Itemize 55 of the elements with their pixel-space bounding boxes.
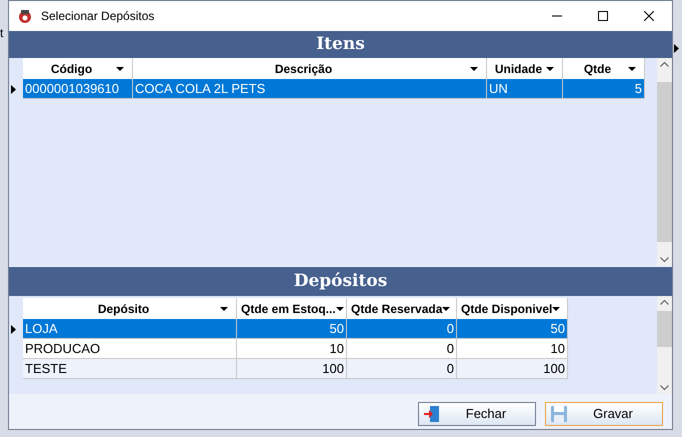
table-cell: LOJA — [23, 319, 237, 338]
table-cell: 10 — [457, 339, 568, 358]
save-button[interactable]: Gravar — [545, 402, 663, 426]
table-row[interactable]: 0000001039610 COCA COLA 2L PETS UN 5 — [23, 79, 645, 99]
door-exit-icon — [423, 405, 441, 423]
row-pointer-icon — [11, 324, 16, 334]
table-cell: 100 — [237, 359, 347, 378]
table-cell: 50 — [237, 319, 347, 338]
table-cell: 0 — [347, 339, 457, 358]
dropdown-caret-icon — [442, 306, 450, 310]
table-cell: COCA COLA 2L PETS — [133, 79, 487, 98]
column-header[interactable]: Qtde Disponivel — [457, 298, 568, 319]
maximize-icon[interactable] — [598, 11, 608, 21]
column-header[interactable]: Descrição — [133, 58, 487, 79]
table-row[interactable]: PRODUCAO 10 0 10 — [23, 339, 568, 359]
table-row[interactable]: LOJA 50 0 50 — [23, 319, 568, 339]
dropdown-caret-icon — [220, 306, 228, 310]
column-header[interactable]: Qtde — [563, 58, 645, 79]
window-title: Selecionar Depósitos — [41, 8, 156, 25]
section-header: Depósitos — [9, 267, 672, 296]
row-pointer-icon — [11, 84, 16, 94]
scroll-down-icon[interactable] — [660, 257, 669, 262]
column-header[interactable]: Unidade — [487, 58, 563, 79]
table-cell: 0000001039610 — [23, 79, 133, 98]
dropdown-caret-icon — [116, 66, 124, 70]
table-cell: 0 — [347, 359, 457, 378]
column-header[interactable]: Código — [23, 58, 133, 79]
column-header[interactable]: Qtde Reservada — [347, 298, 457, 319]
background-text: t — [0, 25, 4, 42]
background-arrow-icon — [674, 44, 679, 53]
dropdown-caret-icon — [628, 66, 636, 70]
table-cell: 0 — [347, 319, 457, 338]
table-cell: 50 — [457, 319, 568, 338]
table-cell: TESTE — [23, 359, 237, 378]
app-logo-icon — [17, 8, 33, 24]
close-icon[interactable] — [644, 11, 654, 21]
table-row[interactable]: TESTE 100 0 100 — [23, 359, 568, 379]
scrollbar[interactable] — [657, 296, 672, 394]
scroll-up-icon[interactable] — [660, 62, 669, 67]
scroll-down-icon[interactable] — [660, 385, 669, 390]
dropdown-caret-icon — [336, 306, 344, 310]
column-header[interactable]: Depósito — [23, 298, 237, 319]
close-button[interactable]: Fechar — [418, 402, 536, 426]
section-header: Itens — [9, 31, 672, 58]
scroll-up-icon[interactable] — [660, 300, 669, 305]
table-cell: UN — [487, 79, 563, 98]
dropdown-caret-icon — [552, 306, 560, 310]
dropdown-caret-icon — [470, 66, 478, 70]
scrollbar[interactable] — [657, 58, 672, 266]
table-cell: 10 — [237, 339, 347, 358]
table-cell: 5 — [563, 79, 645, 98]
table-cell: 100 — [457, 359, 568, 378]
dropdown-caret-icon — [546, 66, 554, 70]
column-header[interactable]: Qtde em Estoq... — [237, 298, 347, 319]
table-cell: PRODUCAO — [23, 339, 237, 358]
